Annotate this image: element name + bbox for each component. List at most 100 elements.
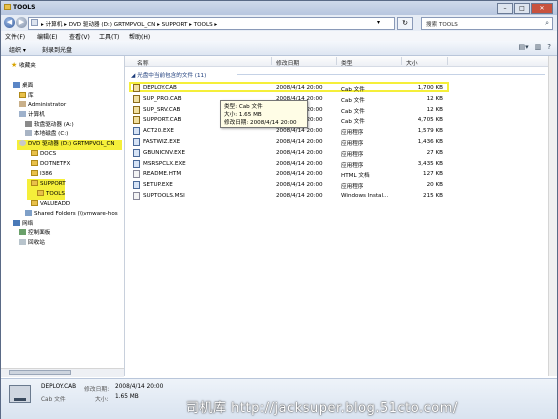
- tooltip-size: 大小: 1.65 MB: [224, 112, 262, 118]
- tree-localdisk[interactable]: 本地磁盘 (C:): [25, 130, 68, 139]
- search-input[interactable]: 搜索 TOOLS ⌕: [421, 17, 553, 30]
- file-row[interactable]: FASTWIZ.EXE 2008/4/14 20:00 应用程序 1,436 KB: [131, 137, 449, 147]
- tree-label: DOTNETFX: [40, 161, 71, 167]
- group-header[interactable]: ◢ 光盘中当前包含的文件 (11): [131, 71, 206, 79]
- watermark-text: 司机库 http://jacksuper.blog.51cto.com/: [186, 401, 458, 416]
- tree-valueadd[interactable]: VALUEADD: [31, 200, 70, 209]
- file-row[interactable]: DEPLOY.CAB 2008/4/14 20:00 Cab 文件 1,700 KB: [131, 83, 449, 93]
- tree-desktop[interactable]: 桌面: [13, 82, 33, 91]
- cab-file-icon: [133, 116, 140, 125]
- status-type: Cab 文件: [41, 397, 66, 403]
- tree-tools[interactable]: TOOLS: [37, 190, 65, 199]
- tree-network[interactable]: 网络: [13, 220, 33, 229]
- exe-file-icon: [133, 148, 140, 157]
- column-name[interactable]: 名称: [137, 58, 149, 67]
- menu-edit[interactable]: 编辑(E): [37, 32, 57, 41]
- column-header: 名称 修改日期 类型 大小: [125, 56, 557, 67]
- recycle-bin-icon: [19, 239, 26, 245]
- file-row[interactable]: README.HTM 2008/4/14 20:00 HTML 文档 127 KB: [131, 169, 449, 179]
- tree-label: 网络: [22, 221, 34, 227]
- file-tooltip: 类型: Cab 文件 大小: 1.65 MB 修改日期: 2008/4/14 2…: [220, 100, 308, 128]
- file-name: SETUP.EXE: [143, 182, 173, 189]
- tree-control[interactable]: 控制面板: [19, 229, 50, 238]
- tree-docs[interactable]: DOCS: [31, 150, 56, 159]
- search-placeholder: 搜索 TOOLS: [426, 22, 458, 28]
- file-row[interactable]: MSRSPCLX.EXE 2008/4/14 20:00 应用程序 3,435 KB: [131, 159, 449, 169]
- file-row[interactable]: SETUP.EXE 2008/4/14 20:00 应用程序 20 KB: [131, 180, 449, 190]
- computer-icon: [19, 111, 26, 117]
- file-name: ACT20.EXE: [143, 128, 174, 135]
- folder-icon: [31, 200, 38, 206]
- cab-file-icon: [133, 84, 140, 92]
- chevron-down-icon[interactable]: ▾: [377, 19, 380, 26]
- maximize-button[interactable]: □: [514, 3, 530, 14]
- organize-button[interactable]: 组织 ▾: [9, 45, 26, 54]
- file-name: README.HTM: [143, 171, 182, 178]
- menu-tools[interactable]: 工具(T): [99, 32, 119, 41]
- tree-floppy[interactable]: 软盘驱动器 (A:): [25, 121, 74, 130]
- column-size[interactable]: 大小: [406, 58, 418, 67]
- tree-dvd[interactable]: DVD 驱动器 (D:) GRTMPVOL_CN: [19, 140, 115, 149]
- refresh-button[interactable]: ↻: [397, 17, 413, 30]
- tree-label: I386: [40, 171, 53, 177]
- file-type: 应用程序: [341, 141, 364, 147]
- tree-label: 控制面板: [28, 230, 51, 236]
- minimize-button[interactable]: –: [497, 3, 513, 14]
- tree-label: Shared Folders (\\vmware-hos: [34, 211, 118, 217]
- column-date[interactable]: 修改日期: [276, 58, 299, 67]
- exe-file-icon: [133, 181, 140, 190]
- file-size: 127 KB: [423, 171, 443, 178]
- menu-file[interactable]: 文件(F): [5, 32, 25, 41]
- file-size: 20 KB: [426, 182, 443, 189]
- file-row[interactable]: SUPTOOLS.MSI 2008/4/14 20:00 Windows Insta…: [131, 191, 449, 201]
- tree-label: SUPPORT: [40, 181, 66, 187]
- group-label: 光盘中当前包含的文件 (11): [137, 73, 207, 79]
- vertical-scrollbar[interactable]: [548, 56, 557, 376]
- file-name: MSRSPCLX.EXE: [143, 160, 186, 167]
- address-bar-area: ◀ ▶ ▸ 计算机 ▸ DVD 驱动器 (D:) GRTMPVOL_CN ▸ S…: [1, 15, 557, 31]
- tree-recycle[interactable]: 回收站: [19, 239, 45, 248]
- scroll-thumb[interactable]: [9, 370, 71, 375]
- file-row[interactable]: GBUNICNV.EXE 2008/4/14 20:00 应用程序 27 KB: [131, 148, 449, 158]
- status-mod-value: 2008/4/14 20:00: [115, 384, 164, 390]
- file-date: 2008/4/14 20:00: [276, 171, 323, 178]
- tooltip-date: 修改日期: 2008/4/14 20:00: [224, 120, 297, 126]
- burn-button[interactable]: 刻录到光盘: [42, 45, 72, 54]
- file-date: 2008/4/14 20:00: [276, 128, 323, 135]
- column-type[interactable]: 类型: [341, 58, 353, 67]
- tree-i386[interactable]: I386: [31, 170, 52, 179]
- tree-label: 桌面: [22, 83, 34, 89]
- preview-pane-icon[interactable]: ▥: [535, 43, 542, 51]
- tree-label: TOOLS: [46, 191, 65, 197]
- forward-button[interactable]: ▶: [16, 17, 27, 28]
- tree-computer[interactable]: 计算机: [19, 111, 45, 120]
- file-size: 12 KB: [426, 95, 443, 102]
- close-button[interactable]: ✕: [531, 3, 553, 14]
- nav-horizontal-scrollbar[interactable]: [1, 368, 124, 377]
- tree-shared[interactable]: Shared Folders (\\vmware-hos: [25, 210, 118, 219]
- file-size: 3,435 KB: [417, 160, 443, 167]
- view-options-icon[interactable]: ▤▾: [519, 43, 529, 51]
- menu-bar: 文件(F) 编辑(E) 查看(V) 工具(T) 帮助(H): [1, 31, 557, 41]
- tree-support[interactable]: SUPPORT: [31, 180, 66, 189]
- file-type: Cab 文件: [341, 119, 365, 126]
- user-icon: [19, 101, 26, 107]
- tree-label: VALUEADD: [40, 201, 71, 207]
- search-icon[interactable]: ⌕: [545, 19, 549, 28]
- desktop-icon: [13, 82, 20, 88]
- folder-icon: [31, 170, 38, 176]
- tree-admin[interactable]: Administrator: [19, 101, 66, 110]
- address-input[interactable]: ▸ 计算机 ▸ DVD 驱动器 (D:) GRTMPVOL_CN ▸ SUPPO…: [28, 17, 395, 30]
- tree-dotnet[interactable]: DOTNETFX: [31, 160, 70, 169]
- tree-library[interactable]: 库: [19, 92, 34, 101]
- menu-view[interactable]: 查看(V): [69, 32, 90, 41]
- file-name: SUPTOOLS.MSI: [143, 193, 185, 199]
- file-size: 12 KB: [426, 106, 443, 113]
- tree-favorites[interactable]: ★ 收藏夹: [11, 61, 36, 70]
- file-name: SUPPORT.CAB: [143, 117, 182, 124]
- menu-help[interactable]: 帮助(H): [129, 32, 150, 41]
- help-icon[interactable]: ?: [547, 43, 551, 51]
- file-date: 2008/4/14 20:00: [276, 149, 323, 156]
- tree-label: 回收站: [28, 240, 45, 246]
- back-button[interactable]: ◀: [4, 17, 15, 28]
